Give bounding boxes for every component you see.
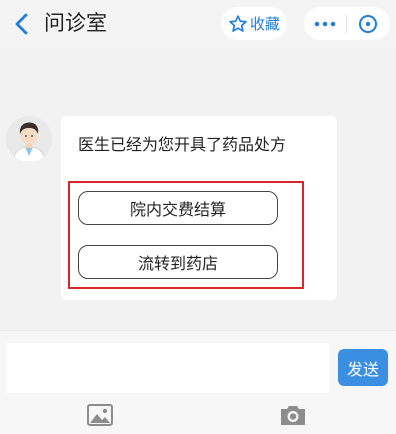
camera-button[interactable] [278, 402, 308, 428]
message-text: 医生已经为您开具了药品处方 [78, 135, 287, 154]
capsule-menu [304, 7, 390, 40]
close-button[interactable] [347, 7, 389, 40]
ellipsis-icon [314, 21, 336, 26]
transfer-to-pharmacy-button[interactable]: 流转到药店 [78, 245, 278, 279]
hospital-payment-button[interactable]: 院内交费结算 [78, 191, 278, 225]
camera-icon [281, 406, 305, 425]
page-title: 问诊室 [44, 11, 107, 35]
star-icon [229, 14, 247, 32]
chevron-left-icon [15, 13, 28, 35]
favorite-label: 收藏 [249, 15, 280, 33]
send-button[interactable]: 发送 [338, 349, 388, 386]
favorite-button[interactable]: 收藏 [221, 7, 287, 40]
image-button[interactable] [86, 402, 114, 428]
doctor-avatar[interactable] [6, 116, 52, 162]
image-icon [87, 404, 113, 426]
more-button[interactable] [304, 7, 346, 40]
back-button[interactable] [8, 8, 36, 40]
message-input[interactable] [6, 343, 329, 393]
top-bar: 问诊室 收藏 [0, 0, 396, 48]
close-circle-icon [359, 14, 377, 33]
